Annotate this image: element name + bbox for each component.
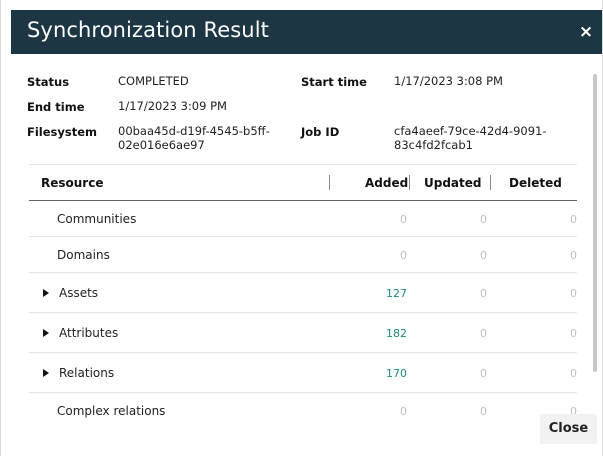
filesystem-value-line2: 02e016e6ae97	[118, 138, 205, 152]
scrollbar[interactable]	[593, 74, 597, 372]
row-added: 127	[386, 287, 407, 300]
table-row[interactable]: Communities 0 0 0	[29, 201, 577, 237]
row-deleted: 0	[570, 367, 577, 380]
header-separator	[490, 175, 491, 190]
row-resource-name: Assets	[59, 286, 99, 300]
row-added: 0	[400, 405, 407, 418]
row-resource-name: Domains	[57, 248, 110, 262]
row-updated: 0	[480, 287, 487, 300]
job-id-label: Job ID	[301, 125, 340, 139]
row-added: 0	[400, 249, 407, 262]
dialog-content: Status COMPLETED Start time 1/17/2023 3:…	[11, 54, 602, 456]
job-id-value-line1: cfa4aeef-79ce-42d4-9091-	[394, 124, 547, 138]
row-added: 182	[386, 327, 407, 340]
header-updated[interactable]: Updated	[424, 176, 482, 190]
start-time-value: 1/17/2023 3:08 PM	[394, 74, 503, 88]
table-row[interactable]: Assets 127 0 0	[29, 273, 577, 313]
row-updated: 0	[480, 213, 487, 226]
row-resource-name: Complex relations	[57, 404, 166, 418]
row-deleted: 0	[570, 327, 577, 340]
job-id-value-line2: 83c4fd2fcab1	[394, 138, 473, 152]
header-deleted[interactable]: Deleted	[509, 176, 562, 190]
caret-right-icon[interactable]	[43, 329, 49, 337]
synchronization-result-dialog: Synchronization Result × Status COMPLETE…	[0, 0, 603, 456]
close-icon[interactable]: ×	[576, 22, 596, 42]
status-label: Status	[27, 75, 70, 89]
start-time-label: Start time	[301, 75, 367, 89]
table-row[interactable]: Attributes 182 0 0	[29, 313, 577, 353]
header-separator	[409, 175, 410, 190]
caret-right-icon[interactable]	[43, 369, 49, 377]
table-row[interactable]: Relations 170 0 0	[29, 353, 577, 393]
dialog-title: Synchronization Result	[27, 18, 269, 42]
row-resource-name: Attributes	[59, 326, 119, 340]
dialog-titlebar: Synchronization Result ×	[11, 10, 602, 54]
header-added[interactable]: Added	[365, 176, 408, 190]
header-resource[interactable]: Resource	[41, 176, 103, 190]
row-deleted: 0	[570, 249, 577, 262]
table-header: Resource Added Updated Deleted	[29, 164, 577, 201]
filesystem-value-line1: 00baa45d-d19f-4545-b5ff-	[118, 124, 270, 138]
row-deleted: 0	[570, 213, 577, 226]
row-updated: 0	[480, 327, 487, 340]
end-time-value: 1/17/2023 3:09 PM	[118, 99, 227, 113]
row-updated: 0	[480, 405, 487, 418]
row-added: 170	[386, 367, 407, 380]
close-button[interactable]: Close	[540, 414, 597, 444]
row-updated: 0	[480, 367, 487, 380]
row-deleted: 0	[570, 287, 577, 300]
row-added: 0	[400, 213, 407, 226]
filesystem-label: Filesystem	[27, 125, 98, 139]
table-row[interactable]: Complex relations 0 0 0	[29, 393, 577, 433]
row-resource-name: Relations	[59, 366, 115, 380]
row-updated: 0	[480, 249, 487, 262]
table-row[interactable]: Domains 0 0 0	[29, 237, 577, 273]
caret-right-icon[interactable]	[43, 289, 49, 297]
row-resource-name: Communities	[57, 212, 137, 226]
status-value: COMPLETED	[118, 74, 189, 88]
end-time-label: End time	[27, 100, 85, 114]
header-separator	[329, 175, 330, 190]
